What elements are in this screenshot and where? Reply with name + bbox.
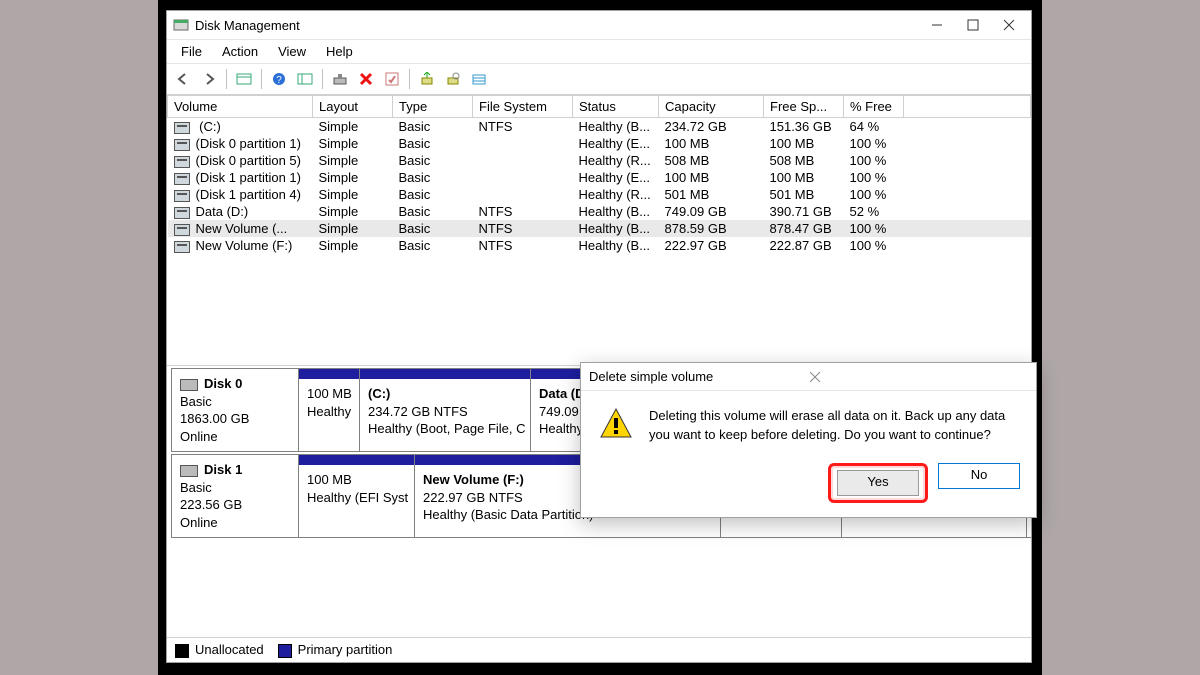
volume-list-header[interactable]: Volume Layout Type File System Status Ca…	[168, 96, 1031, 118]
action1-button[interactable]	[415, 67, 439, 91]
disk-0-header[interactable]: Disk 0 Basic 1863.00 GB Online	[172, 369, 299, 451]
volume-list[interactable]: Volume Layout Type File System Status Ca…	[167, 95, 1031, 366]
yes-button-highlight: Yes	[828, 463, 928, 503]
menu-view[interactable]: View	[270, 42, 314, 61]
titlebar[interactable]: Disk Management	[167, 11, 1031, 39]
show-hide-console-button[interactable]	[232, 67, 256, 91]
svg-text:?: ?	[276, 75, 282, 86]
window-title: Disk Management	[195, 18, 919, 33]
col-volume[interactable]: Volume	[168, 96, 313, 118]
action3-button[interactable]	[467, 67, 491, 91]
volume-row[interactable]: (Disk 0 partition 5)SimpleBasicHealthy (…	[168, 152, 1031, 169]
col-layout[interactable]: Layout	[313, 96, 393, 118]
help-button[interactable]: ?	[267, 67, 291, 91]
action2-button[interactable]	[441, 67, 465, 91]
app-icon	[173, 17, 189, 33]
back-button[interactable]	[171, 67, 195, 91]
warning-icon	[599, 407, 633, 441]
delete-volume-dialog: Delete simple volume Deleting this volum…	[580, 362, 1037, 518]
volume-row[interactable]: (C:)SimpleBasicNTFSHealthy (B...234.72 G…	[168, 118, 1031, 136]
volume-row[interactable]: (Disk 1 partition 1)SimpleBasicHealthy (…	[168, 169, 1031, 186]
partition[interactable]: 100 MBHealthy	[298, 368, 360, 452]
maximize-button[interactable]	[955, 11, 991, 39]
yes-button[interactable]: Yes	[837, 470, 919, 496]
partition[interactable]: 100 MBHealthy (EFI Syst	[298, 454, 415, 538]
settings-button[interactable]	[328, 67, 352, 91]
dialog-message: Deleting this volume will erase all data…	[649, 407, 1018, 445]
volume-row[interactable]: Data (D:)SimpleBasicNTFSHealthy (B...749…	[168, 203, 1031, 220]
disk-1-header[interactable]: Disk 1 Basic 223.56 GB Online	[172, 455, 299, 537]
volume-row[interactable]: New Volume (...SimpleBasicNTFSHealthy (B…	[168, 220, 1031, 237]
minimize-button[interactable]	[919, 11, 955, 39]
volume-row[interactable]: (Disk 1 partition 4)SimpleBasicHealthy (…	[168, 186, 1031, 203]
menu-file[interactable]: File	[173, 42, 210, 61]
col-filesystem[interactable]: File System	[473, 96, 573, 118]
dialog-titlebar[interactable]: Delete simple volume	[581, 363, 1036, 391]
dialog-close-button[interactable]	[805, 371, 1029, 383]
menu-help[interactable]: Help	[318, 42, 361, 61]
close-button[interactable]	[991, 11, 1027, 39]
volume-row[interactable]: (Disk 0 partition 1)SimpleBasicHealthy (…	[168, 135, 1031, 152]
legend-unallocated-swatch	[175, 644, 189, 658]
properties-button[interactable]	[380, 67, 404, 91]
col-pctfree[interactable]: % Free	[844, 96, 904, 118]
col-type[interactable]: Type	[393, 96, 473, 118]
toolbar: ?	[167, 64, 1031, 95]
forward-button[interactable]	[197, 67, 221, 91]
col-capacity[interactable]: Capacity	[659, 96, 764, 118]
no-button[interactable]: No	[938, 463, 1020, 489]
menu-action[interactable]: Action	[214, 42, 266, 61]
disk-icon	[180, 379, 198, 391]
disk-icon	[180, 465, 198, 477]
col-freespace[interactable]: Free Sp...	[764, 96, 844, 118]
refresh-button[interactable]	[293, 67, 317, 91]
col-status[interactable]: Status	[573, 96, 659, 118]
partition[interactable]: (C:)234.72 GB NTFSHealthy (Boot, Page Fi…	[359, 368, 531, 452]
disk-management-window: Disk Management File Action View Help ?	[166, 10, 1032, 663]
legend: Unallocated Primary partition	[167, 637, 1031, 662]
volume-row[interactable]: New Volume (F:)SimpleBasicNTFSHealthy (B…	[168, 237, 1031, 254]
menubar: File Action View Help	[167, 39, 1031, 64]
legend-primary-swatch	[278, 644, 292, 658]
delete-button[interactable]	[354, 67, 378, 91]
